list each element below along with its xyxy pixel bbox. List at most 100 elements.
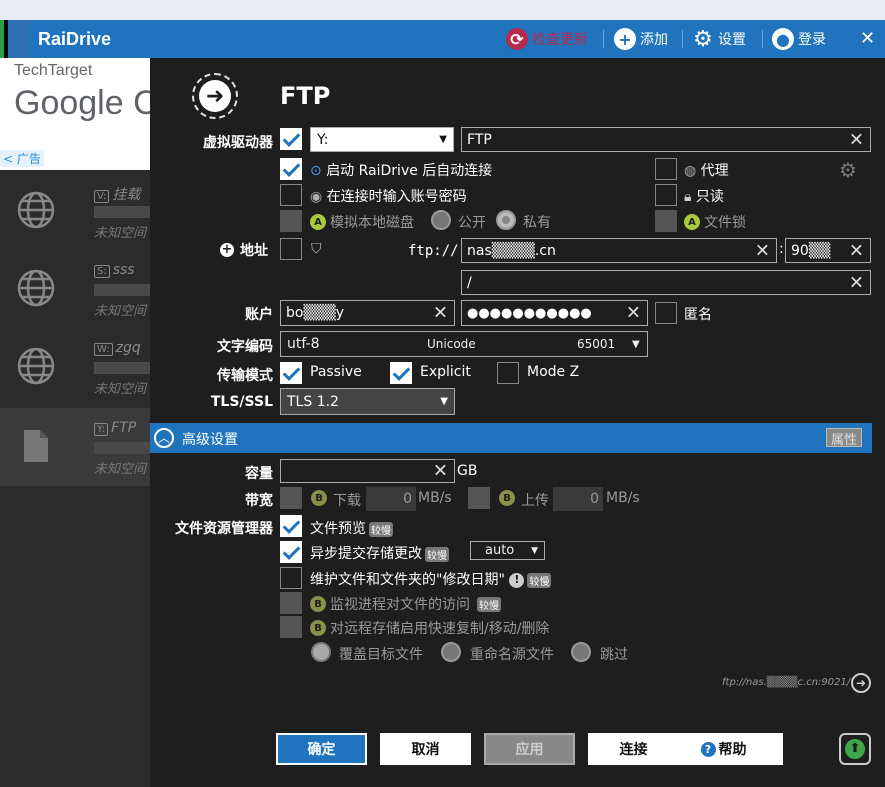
upload-input[interactable]: 0 [553,487,603,511]
protocol-icon: ➜ [192,73,238,119]
capacity-label: 容量 [245,466,273,482]
simulate-local-checkbox[interactable] [280,210,302,232]
title-bar: RaiDrive ⟳ 检查更新 + 添加 ⚙ 设置 ● 登录 ✕ [0,20,885,58]
scheme-label: ftp:// [408,243,459,259]
advanced-section-header[interactable]: ︿ 高级设置 属性 [150,423,872,453]
passive-checkbox[interactable] [280,362,302,384]
path-input[interactable]: / ✕ [461,270,871,295]
check-update-label: 检查更新 [532,32,588,48]
usage-bar [94,362,150,374]
virtual-drive-checkbox[interactable] [280,128,302,150]
download-label: 下载 [333,493,361,509]
maintain-dates-checkbox[interactable] [280,567,302,589]
usage-bar [94,284,150,296]
async-checkbox[interactable] [280,541,302,563]
add-label: 添加 [640,32,668,48]
user-icon: ● [772,28,794,50]
virtual-drive-label: 虚拟驱动器 [203,135,273,151]
shield-icon: ⛉ [311,241,322,257]
drive-letter-select[interactable]: Y: ▼ [310,127,454,152]
ad-banner[interactable]: TechTarget Google C < 广告 [0,58,150,170]
public-radio[interactable] [431,210,451,230]
address-label: + 地址 [220,242,268,259]
fast-copy-checkbox[interactable] [280,616,302,638]
port-input[interactable]: 90▒▒ ✕ [785,238,871,263]
auto-connect-option: ⊙ 启动 RaiDrive 后自动连接 [310,163,493,179]
globe-icon [17,269,55,307]
encoding-label: 文字编码 [217,339,273,355]
open-url-icon[interactable]: ➜ [851,673,871,693]
preview-checkbox[interactable] [280,515,302,537]
sidebar-drive-item[interactable]: W: zgq 未知空间 [0,328,150,406]
maintain-dates-option: 维护文件和文件夹的"修改日期" ! 较慢 [310,572,552,588]
explorer-label: 文件资源管理器 [175,521,273,537]
rename-radio[interactable] [441,642,461,662]
modez-label: Mode Z [527,364,580,380]
monitor-option: B 监视进程对文件的访问 较慢 [310,594,501,614]
prompt-credentials-checkbox[interactable] [280,184,302,206]
user-circle-icon: ◉ [310,189,323,205]
file-lock-checkbox[interactable] [655,210,677,232]
drive-name-input[interactable]: FTP ✕ [461,127,871,152]
encoding-select[interactable]: utf-8 Unicode 65001 ▼ [280,331,648,357]
scroll-top-button[interactable]: ⬆ [839,733,871,765]
lock-icon: 🔒︎ [684,189,692,205]
skip-radio[interactable] [571,642,591,662]
advanced-title: 高级设置 [182,432,238,448]
overwrite-label: 覆盖目标文件 [339,647,423,663]
async-mode-select[interactable]: auto ▼ [470,541,545,560]
feature-b-icon: B [311,490,327,506]
capacity-input[interactable]: ✕ [280,459,455,483]
divider [762,30,763,48]
tls-select[interactable]: TLS 1.2 ▼ [280,388,455,415]
modez-checkbox[interactable] [497,362,519,384]
ad-brand: TechTarget [14,62,93,79]
add-button[interactable]: + 添加 [614,28,668,50]
explicit-checkbox[interactable] [390,362,412,384]
username-input[interactable]: bo▒▒▒y ✕ [280,300,455,326]
auto-connect-checkbox[interactable] [280,158,302,180]
help-icon: ? [700,741,716,757]
settings-button[interactable]: ⚙ 设置 [692,27,746,52]
passive-label: Passive [310,364,362,380]
login-button[interactable]: ● 登录 [772,28,826,50]
cancel-button[interactable]: 取消 [380,733,471,765]
overwrite-radio[interactable] [311,642,331,662]
drive-status: 未知空间 [94,382,147,397]
check-update-button[interactable]: ⟳ 检查更新 [506,28,588,50]
ok-button[interactable]: 确定 [276,733,367,765]
download-limit-checkbox[interactable] [280,487,302,509]
private-radio[interactable] [496,210,516,230]
usage-bar [94,206,150,218]
sidebar-drive-item[interactable]: Y: FTP 未知空间 [0,408,150,486]
host-input[interactable]: nas▒▒▒▒.cn ✕ [461,238,777,263]
proxy-checkbox[interactable] [655,158,677,180]
explicit-label: Explicit [420,364,471,380]
anonymous-checkbox[interactable] [655,302,677,324]
help-button[interactable]: ? 帮助 [664,733,783,765]
tls-label: TLS/SSL [210,394,273,410]
properties-button[interactable]: 属性 [826,428,862,448]
divider [682,30,683,48]
download-input[interactable]: 0 [366,487,416,511]
collapse-icon[interactable]: ︿ [154,428,174,448]
monitor-checkbox[interactable] [280,592,302,614]
drive-status: 未知空间 [94,462,147,477]
upload-limit-checkbox[interactable] [468,487,490,509]
password-input[interactable]: ●●●●●●●●●●● ✕ [461,300,648,326]
proxy-settings-gear-icon[interactable]: ⚙ [839,158,857,182]
address-checkbox[interactable] [280,238,302,260]
feature-b-icon: B [310,620,326,636]
drive-tag: W: zgq [94,340,141,356]
main-panel: ➜ FTP 虚拟驱动器 Y: ▼ FTP ✕ ⊙ 启动 RaiDrive 后自动连接… [150,58,885,787]
apply-button[interactable]: 应用 [484,733,575,765]
skip-label: 跳过 [600,647,628,663]
sidebar-drive-item[interactable]: V: 挂载 未知空间 [0,172,150,250]
ad-logo: Google C [14,84,150,122]
readonly-checkbox[interactable] [655,184,677,206]
clear-icon[interactable]: ✕ [849,129,864,150]
close-icon[interactable]: ✕ [860,28,875,49]
simulate-local-option: A 模拟本地磁盘 [310,212,414,232]
public-label: 公开 [458,215,486,231]
sidebar-drive-item[interactable]: S: sss 未知空间 [0,250,150,328]
